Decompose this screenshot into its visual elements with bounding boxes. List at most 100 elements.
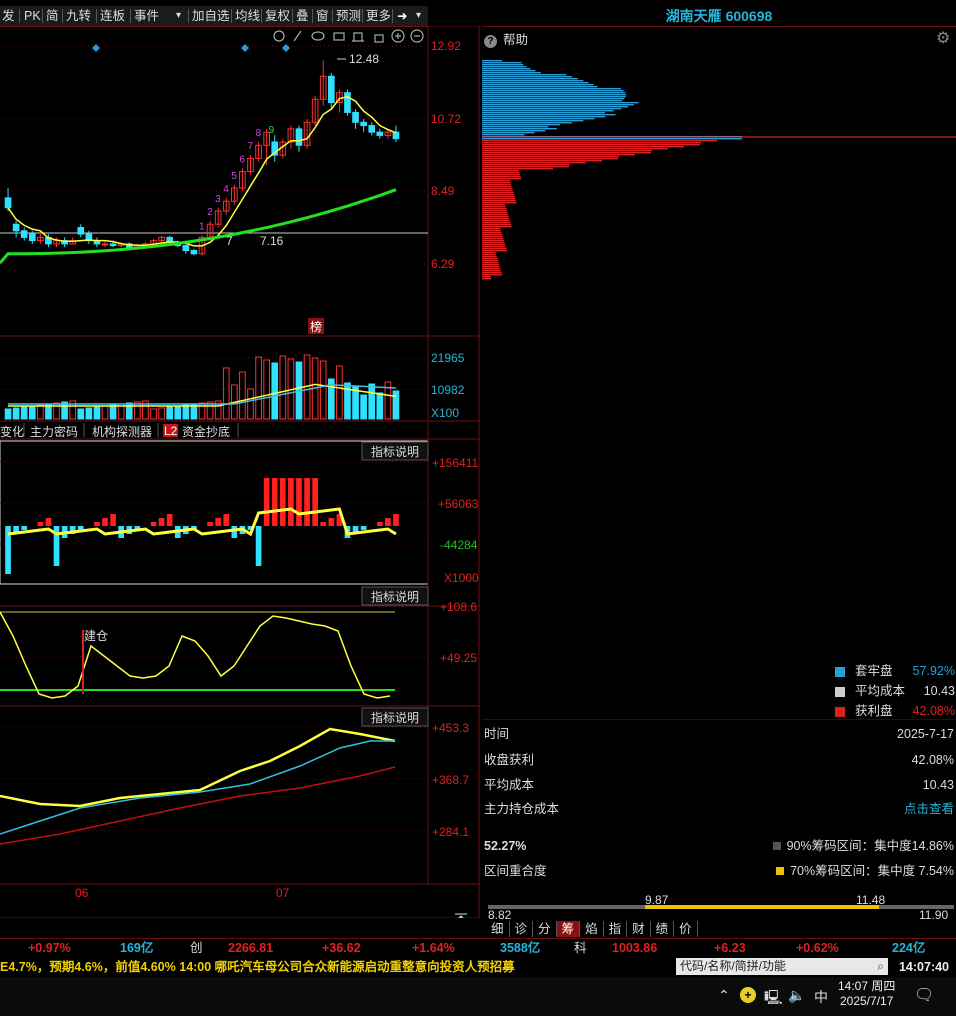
toolbar-adjust[interactable]: 复权 — [265, 8, 290, 24]
volume-icon[interactable]: 🔈 — [788, 987, 805, 1004]
tab-index[interactable]: 指 — [604, 921, 628, 937]
chip-bar — [482, 96, 626, 98]
ranking-tag[interactable]: 榜 — [310, 319, 322, 334]
chip-bar — [482, 86, 598, 88]
ticker-index-name: 创 — [190, 941, 203, 955]
chip-bar — [482, 152, 651, 154]
events-dropdown-icon[interactable]: ▾ — [176, 8, 181, 24]
indicator-explain-button[interactable]: 指标说明 — [371, 444, 419, 459]
volume-bar — [93, 406, 101, 420]
toolbar-overlay[interactable]: 叠 — [296, 8, 309, 24]
flow-bar — [223, 514, 230, 526]
flow-bar — [45, 518, 52, 526]
chip-bar — [482, 238, 504, 240]
month-label: 06 — [75, 886, 89, 900]
toolbar-nine-turn[interactable]: 九转 — [66, 8, 91, 24]
chip-bar — [482, 120, 584, 122]
toolbar-forecast[interactable]: 预测 — [336, 8, 361, 24]
tab-diagnose[interactable]: 诊 — [510, 921, 534, 937]
volume-bar — [37, 404, 44, 420]
exit-arrow-icon[interactable]: ➜ — [397, 8, 407, 24]
view-main-force-cost-link[interactable]: 点击查看 — [904, 800, 954, 818]
flow-bar — [320, 522, 327, 526]
toolbar-jian[interactable]: 简 — [46, 8, 59, 24]
tray-expand-icon[interactable]: ⌃ — [718, 987, 730, 1004]
signal-tick: +108.6 — [440, 600, 477, 614]
tab-change[interactable]: 变化 — [0, 424, 24, 439]
tab-performance[interactable]: 绩 — [651, 921, 675, 937]
tab-chips[interactable]: 筹 — [556, 921, 581, 937]
ticker-index-name: 科 — [574, 941, 587, 955]
tray-clock[interactable]: 14:07 周四 2025/7/17 — [838, 979, 895, 1009]
tab-finance[interactable]: 财 — [627, 921, 651, 937]
kline-chart-area[interactable]: 12.92 10.72 8.49 6.29 12.48 7 7.16 榜 123… — [0, 26, 480, 918]
range-p1: 9.87 — [645, 893, 669, 907]
chip-bar — [482, 128, 557, 130]
tab-institution-detector[interactable]: 机构探测器 — [92, 424, 152, 439]
chip-bar — [482, 116, 606, 118]
scroll-top-icon[interactable] — [455, 913, 467, 918]
network-icon[interactable]: 🖳 — [764, 987, 783, 1011]
trend-line-fast — [0, 727, 396, 808]
info-close-profit: 收盘获利 42.08% — [484, 751, 954, 769]
tab-main-force-code[interactable]: 主力密码 — [30, 424, 78, 439]
chip-bar — [482, 252, 496, 254]
volume-bar — [166, 406, 174, 420]
candle-body — [352, 111, 359, 123]
trend-tick: +368.7 — [432, 773, 469, 787]
more-dropdown-icon[interactable]: ▾ — [416, 8, 421, 24]
toolbar-window[interactable]: 窗 — [316, 8, 329, 24]
chip-bar — [482, 254, 497, 256]
chart-tool-icons[interactable] — [273, 29, 424, 43]
chip-bar — [482, 118, 595, 120]
toolbar-ma[interactable]: 均线 — [235, 8, 260, 24]
tab-flame[interactable]: 焰 — [580, 921, 604, 937]
flow-tick: +156411 — [432, 456, 478, 470]
search-input[interactable]: 代码/名称/简拼/功能 ⌕ — [676, 958, 888, 975]
indicator-explain-button[interactable]: 指标说明 — [371, 589, 419, 604]
ticker-index-value: 2266.81 — [228, 941, 274, 955]
flow-bar — [150, 522, 157, 526]
chip-bar — [482, 260, 498, 262]
news-scroller[interactable]: E4.7%，预期4.6%，前值4.60% 14:00 哪吒汽车母公司合众新能源启… — [0, 958, 675, 976]
tab-price[interactable]: 价 — [674, 921, 698, 937]
tab-minute[interactable]: 分 — [533, 921, 557, 937]
chip-bar — [482, 90, 624, 92]
legend-swatch — [776, 867, 785, 875]
tab-fund-bottom[interactable]: 资金抄底 — [182, 424, 230, 439]
signal-line — [0, 611, 391, 699]
info-value: 2025-7-17 — [897, 727, 954, 741]
flow-bar — [360, 526, 367, 530]
chip-bar — [482, 178, 522, 180]
toolbar-fa[interactable]: 发 — [2, 8, 15, 24]
chip-bar — [482, 256, 497, 258]
toolbar-events[interactable]: 事件 — [134, 8, 159, 24]
chip-bar — [482, 180, 510, 182]
chip-bar — [482, 250, 507, 252]
ime-indicator[interactable]: 中 — [814, 987, 828, 1007]
candle-body — [392, 131, 400, 140]
nine-turn-number: 3 — [215, 194, 221, 205]
chip-bar — [482, 74, 567, 76]
ticker-pct: +0.97% — [28, 941, 71, 955]
notification-icon[interactable]: 🗨 — [914, 985, 934, 1005]
info-main-force-cost: 主力持仓成本 点击查看 — [484, 800, 954, 818]
toolbar-pk[interactable]: PK — [24, 8, 41, 24]
search-icon[interactable]: ⌕ — [877, 958, 884, 975]
volume-bar — [247, 388, 254, 420]
flow-bar — [279, 478, 286, 526]
market-clock: 14:07:40 — [898, 960, 950, 974]
toolbar-lianban[interactable]: 连板 — [100, 8, 125, 24]
candle-body — [20, 230, 28, 238]
kline-chart-canvas[interactable]: 12.92 10.72 8.49 6.29 12.48 7 7.16 榜 123… — [0, 26, 480, 918]
chip-bar — [482, 162, 586, 164]
index-ticker[interactable]: +0.97% 169亿 创 2266.81 +36.62 +1.64% 3588… — [0, 938, 956, 958]
indicator-explain-button[interactable]: 指标说明 — [371, 710, 419, 725]
chip-bar — [482, 278, 492, 280]
tab-detail[interactable]: 细 — [486, 921, 510, 937]
tray-app-icon[interactable]: + — [740, 987, 756, 1003]
ticker-change: +36.62 — [322, 941, 361, 955]
toolbar-more[interactable]: 更多 — [366, 8, 391, 24]
toolbar-add-watchlist[interactable]: 加自选 — [192, 8, 230, 24]
chip-bar — [482, 266, 500, 268]
